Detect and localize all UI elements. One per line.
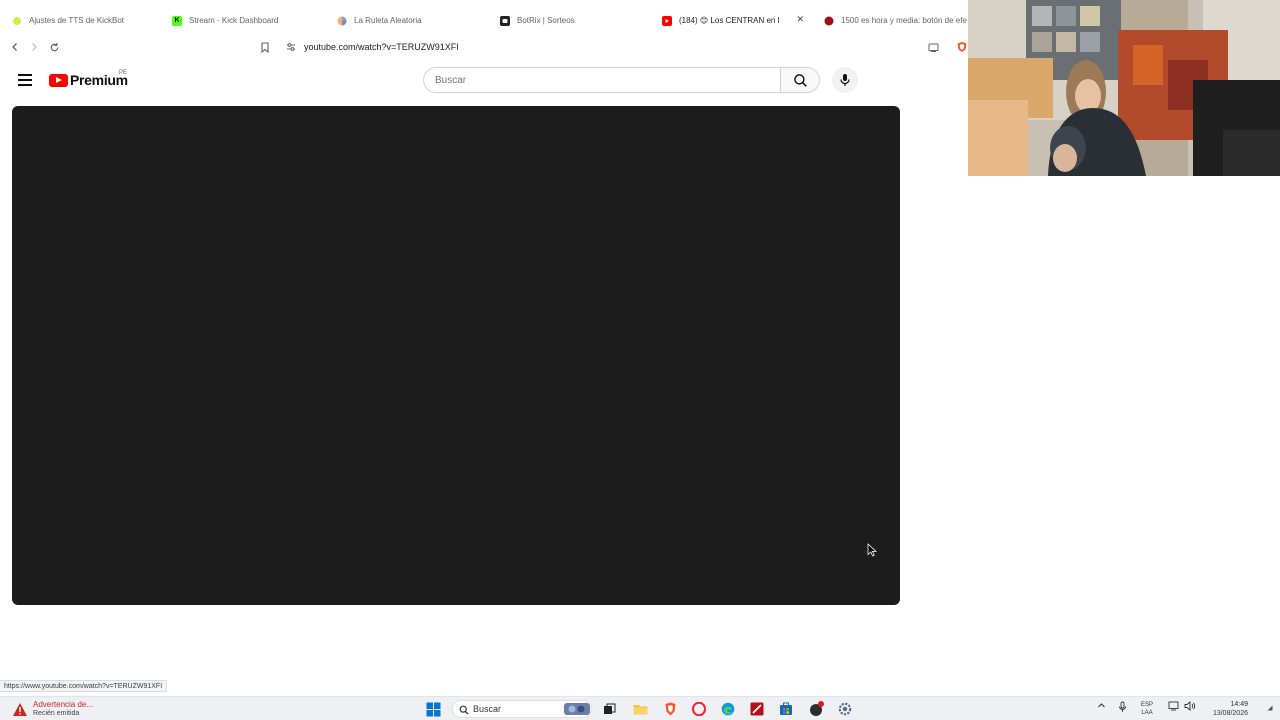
search-button[interactable]: [780, 67, 820, 93]
youtube-play-logo-icon: [49, 73, 68, 87]
record-icon: [824, 16, 834, 26]
clock-date: 13/08/2026: [1212, 710, 1248, 717]
game-bar-icon[interactable]: [808, 701, 824, 717]
youtube-logo[interactable]: Premium: [49, 72, 128, 88]
task-view-icon[interactable]: [601, 701, 617, 717]
app-red-icon[interactable]: [749, 701, 765, 717]
mouse-cursor-icon: [867, 543, 877, 557]
reload-icon[interactable]: [46, 39, 62, 55]
edge-icon[interactable]: [720, 701, 736, 717]
network-icon[interactable]: [1168, 701, 1179, 713]
tab-recording[interactable]: 1500 es hora y media: botón de efe: [812, 8, 968, 33]
search-icon: [793, 73, 807, 87]
webcam-overlay: [968, 0, 1280, 176]
tab-ruleta[interactable]: La Ruleta Aleatoria: [325, 8, 488, 33]
address-bar[interactable]: youtube.com/watch?v=TERUZW91XFI: [280, 37, 970, 57]
brave-browser-icon[interactable]: [662, 701, 678, 717]
settings-icon[interactable]: [837, 701, 853, 717]
close-tab-icon[interactable]: ✕: [796, 14, 804, 25]
youtube-header: Premium PE: [0, 62, 968, 98]
video-player[interactable]: [12, 106, 900, 605]
windows-taskbar: Advertencia de... Recién emitida Buscar: [0, 696, 1280, 720]
taskbar-clock[interactable]: 14:49 13/08/2026: [1200, 700, 1248, 718]
warning-notification[interactable]: Advertencia de... Recién emitida: [12, 700, 93, 718]
warning-title: Advertencia de...: [33, 700, 94, 709]
browser-toolbar: youtube.com/watch?v=TERUZW91XFI: [0, 34, 968, 60]
cast-icon[interactable]: [925, 39, 941, 55]
webcam-feed: [968, 0, 1280, 176]
warning-icon: [13, 702, 27, 716]
input-language[interactable]: ESP LAA: [1141, 701, 1153, 717]
keyboard-layout: LAA: [1141, 710, 1153, 716]
warning-subtitle: Recién emitida: [33, 710, 80, 717]
address-url: youtube.com/watch?v=TERUZW91XFI: [304, 42, 459, 52]
tab-youtube-active[interactable]: (184) 😊 Los CENTRAN en BOLI ✕: [650, 8, 812, 33]
search-icon: [459, 705, 469, 715]
tray-overflow-icon[interactable]: [1097, 701, 1106, 712]
tab-label: Stream - Kick Dashboard: [189, 16, 279, 25]
menu-icon[interactable]: [17, 72, 33, 88]
bookmark-icon[interactable]: [257, 39, 273, 55]
store-icon[interactable]: [778, 701, 794, 717]
tab-label: La Ruleta Aleatoria: [354, 16, 422, 25]
ruleta-icon: [337, 16, 347, 26]
taskbar-search-label: Buscar: [473, 704, 502, 714]
site-settings-icon[interactable]: [286, 42, 296, 52]
tab-label: Ajustes de TTS de KickBot: [29, 16, 125, 25]
volume-icon[interactable]: [1184, 701, 1196, 713]
tab-label: 1500 es hora y media: botón de efe: [841, 16, 967, 25]
microphone-tray-icon[interactable]: [1118, 701, 1127, 715]
search-input[interactable]: [423, 67, 780, 93]
back-icon[interactable]: [7, 39, 23, 55]
tab-kick-dashboard[interactable]: K Stream - Kick Dashboard: [160, 8, 325, 33]
search-box: [423, 67, 820, 93]
microphone-icon: [840, 74, 850, 86]
search-highlight-icon[interactable]: [564, 701, 590, 717]
clock-time: 14:49: [1230, 701, 1248, 708]
language-code: ESP: [1141, 702, 1154, 708]
screen: Ajustes de TTS de KickBot K Stream - Kic…: [0, 0, 1280, 720]
kick-icon: K: [172, 15, 182, 26]
botrix-icon: [500, 15, 510, 26]
show-desktop-icon[interactable]: [1267, 705, 1273, 711]
tab-botrix[interactable]: BotRix | Sorteos: [488, 8, 650, 33]
youtube-icon: [662, 15, 672, 26]
tab-kickbot-tts[interactable]: Ajustes de TTS de KickBot: [0, 8, 160, 33]
tab-label: (184) 😊 Los CENTRAN en BOLI: [679, 16, 779, 25]
opera-icon[interactable]: [691, 701, 707, 717]
country-code: PE: [119, 70, 128, 76]
file-explorer-icon[interactable]: [632, 701, 648, 717]
voice-search-button[interactable]: [832, 67, 858, 93]
forward-icon[interactable]: [26, 39, 42, 55]
start-icon[interactable]: [425, 701, 441, 717]
tab-label: BotRix | Sorteos: [517, 16, 575, 25]
status-link-preview: https://www.youtube.com/watch?v=TERUZW91…: [0, 680, 168, 692]
kickbot-icon: [12, 16, 22, 26]
browser-tab-strip: Ajustes de TTS de KickBot K Stream - Kic…: [0, 8, 968, 33]
